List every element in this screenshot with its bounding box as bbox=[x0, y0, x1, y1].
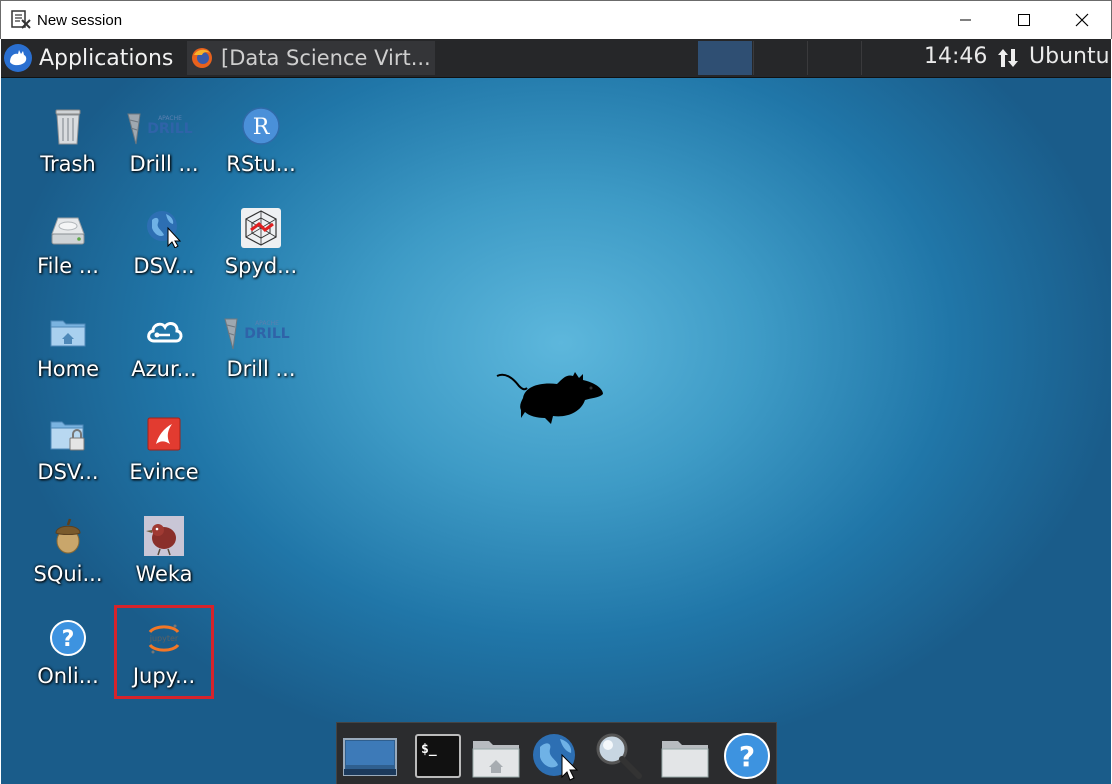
evince-icon bbox=[147, 417, 181, 451]
svg-text:DRILL: DRILL bbox=[147, 121, 193, 137]
desktop-icon-drill-2[interactable]: APACHE DRILL Drill ... bbox=[213, 305, 309, 401]
minimize-button[interactable] bbox=[937, 1, 995, 39]
apache-drill-icon: APACHE DRILL bbox=[224, 318, 290, 350]
taskbar-window-label: [Data Science Virt... bbox=[221, 46, 431, 70]
desktop-icon-label: RStu... bbox=[226, 152, 296, 176]
xfce-logo-icon bbox=[4, 44, 32, 72]
home-folder-icon bbox=[50, 320, 86, 347]
desktop-icon-dsvm-browser[interactable]: DSV... bbox=[116, 202, 212, 298]
close-icon bbox=[1075, 13, 1089, 27]
desktop-icon-label: Drill ... bbox=[129, 152, 199, 176]
firefox-icon bbox=[192, 48, 212, 68]
window-title: New session bbox=[37, 12, 123, 29]
help-icon[interactable]: ? bbox=[722, 731, 772, 781]
top-panel: Applications [Data Science Virt... 14:46… bbox=[1, 39, 1111, 78]
azure-cloud-icon bbox=[147, 322, 183, 343]
workspace-1[interactable] bbox=[698, 41, 752, 75]
workspace-2[interactable] bbox=[753, 41, 808, 75]
show-desktop-icon[interactable] bbox=[342, 731, 398, 781]
desktop-icon-label: DSV... bbox=[37, 460, 99, 484]
desktop-icon-label: Azur... bbox=[131, 357, 197, 381]
desktop-icon-drill[interactable]: APACHE DRILL Drill ... bbox=[116, 100, 212, 196]
weka-bird-icon bbox=[144, 516, 184, 556]
user-menu[interactable]: Ubuntu bbox=[1029, 44, 1110, 69]
network-arrows-icon[interactable] bbox=[997, 47, 1019, 69]
web-browser-icon bbox=[147, 211, 182, 248]
taskbar-window-item[interactable]: [Data Science Virt... bbox=[187, 41, 435, 75]
jupyter-highlight-box bbox=[114, 605, 214, 699]
bottom-dock: $_ ? bbox=[336, 722, 777, 784]
terminal-icon[interactable]: $_ bbox=[413, 731, 463, 781]
web-browser-icon[interactable] bbox=[532, 731, 582, 781]
workspace-4[interactable] bbox=[861, 41, 916, 75]
maximize-icon bbox=[1018, 14, 1030, 26]
desktop-icon-label: DSV... bbox=[133, 254, 195, 278]
desktop-icon-home[interactable]: Home bbox=[20, 305, 116, 401]
desktop-icon-label: File ... bbox=[37, 254, 99, 278]
maximize-button[interactable] bbox=[995, 1, 1053, 39]
locked-folder-icon bbox=[50, 421, 85, 451]
desktop-icon-online-help[interactable]: ? Onli... bbox=[20, 612, 116, 708]
home-folder-icon[interactable] bbox=[471, 731, 521, 781]
desktop-icon-evince[interactable]: Evince bbox=[116, 408, 212, 504]
desktop-icon-label: Home bbox=[36, 357, 99, 381]
desktop-icon-label: Evince bbox=[129, 460, 199, 484]
remote-session-icon bbox=[11, 10, 31, 29]
help-icon: ? bbox=[50, 620, 86, 656]
desktop-icon-label: Trash bbox=[40, 152, 96, 176]
window-titlebar: New session bbox=[0, 0, 1112, 39]
desktop-icon-weka[interactable]: Weka bbox=[116, 510, 212, 606]
desktop: Trash File ... Home DSV... SQui... ? Onl… bbox=[1, 78, 1111, 784]
desktop-icon-azure[interactable]: Azur... bbox=[116, 305, 212, 401]
search-icon[interactable] bbox=[593, 731, 643, 781]
workspace-3[interactable] bbox=[807, 41, 862, 75]
desktop-icon-label: Onli... bbox=[37, 664, 99, 688]
desktop-icon-dsvm-folder[interactable]: DSV... bbox=[20, 408, 116, 504]
apache-drill-icon: APACHE DRILL bbox=[127, 113, 193, 145]
desktop-icon-trash[interactable]: Trash bbox=[20, 100, 116, 196]
file-system-icon bbox=[51, 217, 85, 245]
clock[interactable]: 14:46 bbox=[924, 44, 987, 69]
minimize-icon bbox=[960, 19, 971, 21]
desktop-icon-rstudio[interactable]: R RStu... bbox=[213, 100, 309, 196]
applications-label: Applications bbox=[39, 45, 174, 71]
rstudio-icon: R bbox=[242, 107, 280, 145]
folder-icon[interactable] bbox=[660, 731, 710, 781]
desktop-icon-squirrel[interactable]: SQui... bbox=[20, 510, 116, 606]
xfce-mouse-wallpaper-icon bbox=[496, 372, 603, 424]
squirrel-acorn-icon bbox=[55, 518, 81, 554]
desktop-icon-file-system[interactable]: File ... bbox=[20, 202, 116, 298]
spyder-icon bbox=[241, 208, 281, 248]
desktop-icon-label: Weka bbox=[135, 562, 193, 586]
svg-text:?: ? bbox=[739, 740, 755, 773]
desktop-icon-spyder[interactable]: Spyd... bbox=[213, 202, 309, 298]
svg-text:DRILL: DRILL bbox=[244, 326, 290, 342]
desktop-icon-label: Spyd... bbox=[224, 254, 298, 278]
svg-text:$_: $_ bbox=[421, 742, 437, 757]
trash-icon bbox=[55, 109, 81, 145]
close-button[interactable] bbox=[1053, 1, 1111, 39]
desktop-icon-label: SQui... bbox=[33, 562, 103, 586]
svg-text:?: ? bbox=[62, 627, 75, 652]
applications-menu-button[interactable]: Applications bbox=[3, 41, 173, 75]
svg-text:R: R bbox=[253, 115, 271, 140]
desktop-icon-label: Drill ... bbox=[226, 357, 296, 381]
